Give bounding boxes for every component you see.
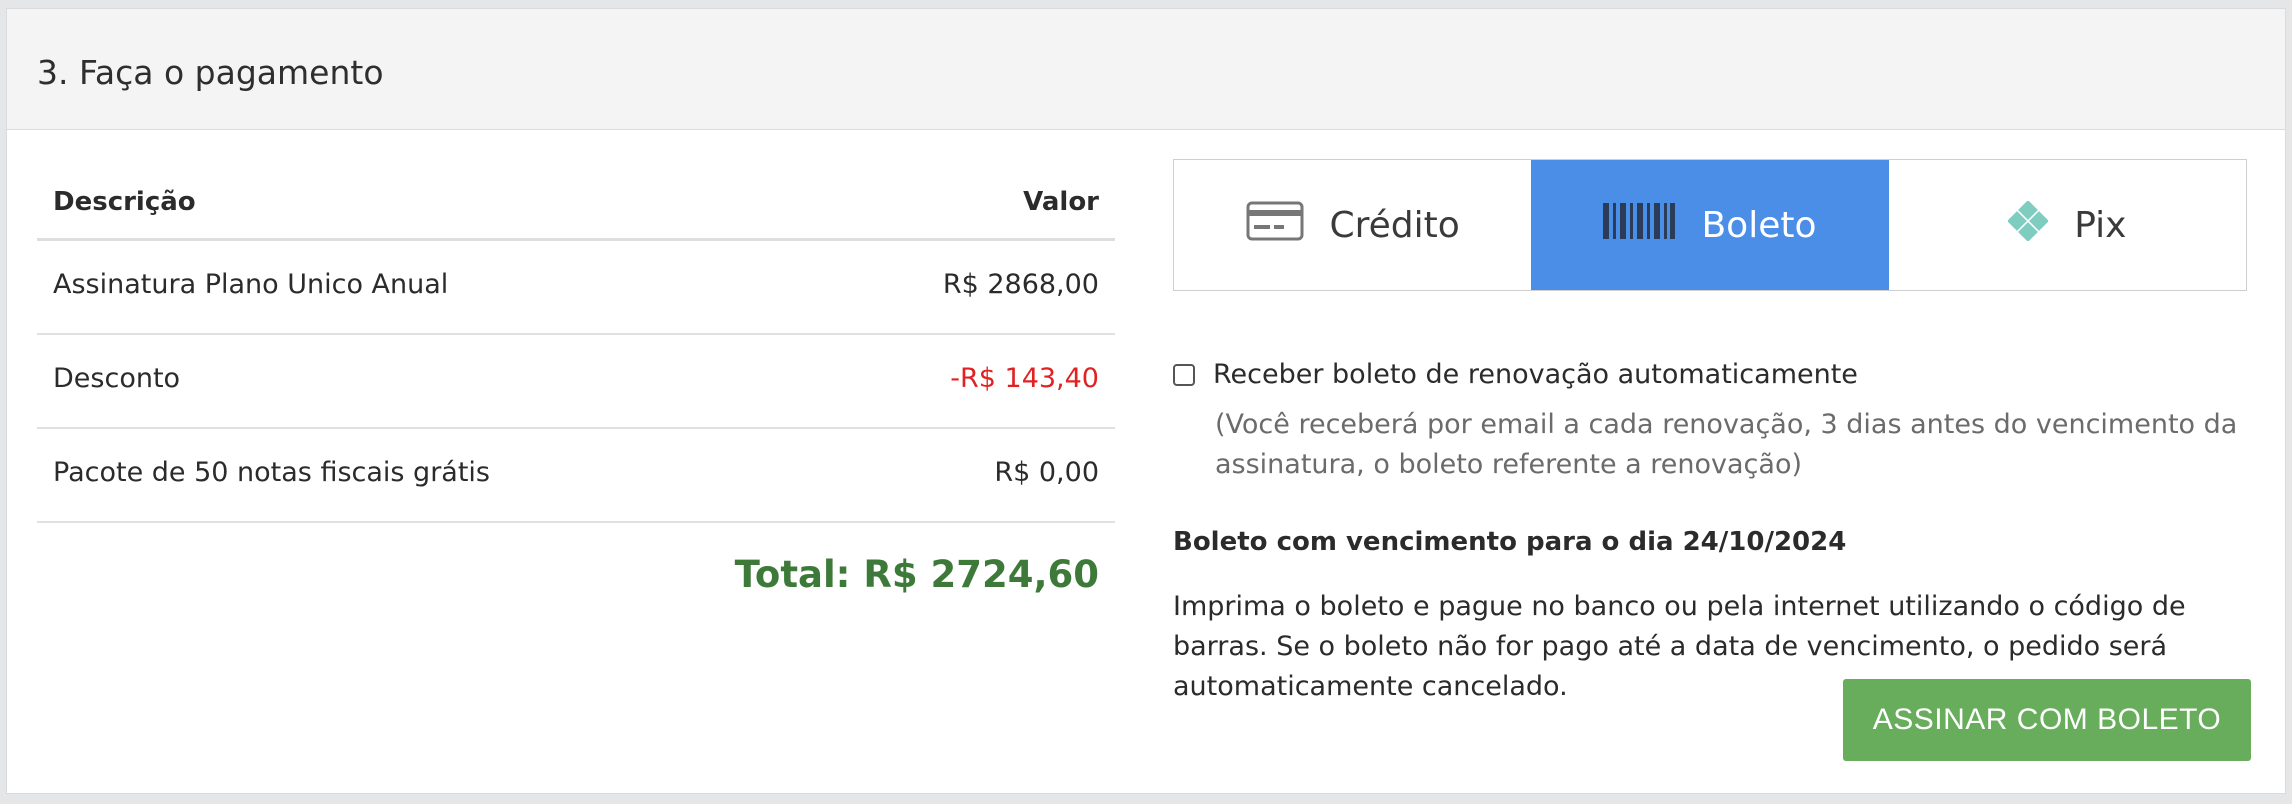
payment-method-tabs: Crédito Boleto Pix [1173,159,2247,291]
renewal-hint: (Você receberá por email a cada renovaçã… [1215,409,2238,480]
row-value: R$ 0,00 [994,457,1099,488]
renewal-label[interactable]: Receber boleto de renovação automaticame… [1213,359,1858,390]
due-date-label: Boleto com vencimento para o dia 24/10/2… [1173,527,1847,557]
payment-panel: 3. Faça o pagamento Descrição Valor Assi… [6,8,2286,794]
tab-label: Pix [2074,204,2127,246]
submit-boleto-button[interactable]: ASSINAR COM BOLETO [1843,679,2251,761]
page-title: 3. Faça o pagamento [37,53,384,92]
row-description: Desconto [53,363,181,394]
table-row: Desconto -R$ 143,40 [37,335,1115,429]
table-header: Descrição Valor [37,165,1115,241]
renewal-checkbox[interactable] [1173,363,1195,386]
tab-label: Crédito [1329,204,1460,246]
tab-boleto[interactable]: Boleto [1531,160,1889,290]
row-description: Assinatura Plano Unico Anual [53,269,449,300]
table-row: Assinatura Plano Unico Anual R$ 2868,00 [37,241,1115,335]
pix-icon [2007,199,2050,250]
row-value: R$ 2868,00 [942,269,1099,300]
column-header-value: Valor [1023,187,1099,217]
total-amount: Total: R$ 2724,60 [734,553,1099,596]
tab-credito[interactable]: Crédito [1174,160,1531,290]
renewal-option: Receber boleto de renovação automaticame… [1173,359,1858,390]
barcode-icon [1603,201,1676,250]
panel-header: 3. Faça o pagamento [7,9,2285,130]
credit-card-icon [1246,201,1304,250]
summary-table: Descrição Valor Assinatura Plano Unico A… [37,165,1115,596]
table-row: Pacote de 50 notas fiscais grátis R$ 0,0… [37,429,1115,523]
column-header-description: Descrição [53,187,196,217]
row-description: Pacote de 50 notas fiscais grátis [53,457,490,488]
tab-pix[interactable]: Pix [1889,160,2246,290]
tab-label: Boleto [1701,204,1817,246]
discount-value: -R$ 143,40 [950,363,1099,394]
